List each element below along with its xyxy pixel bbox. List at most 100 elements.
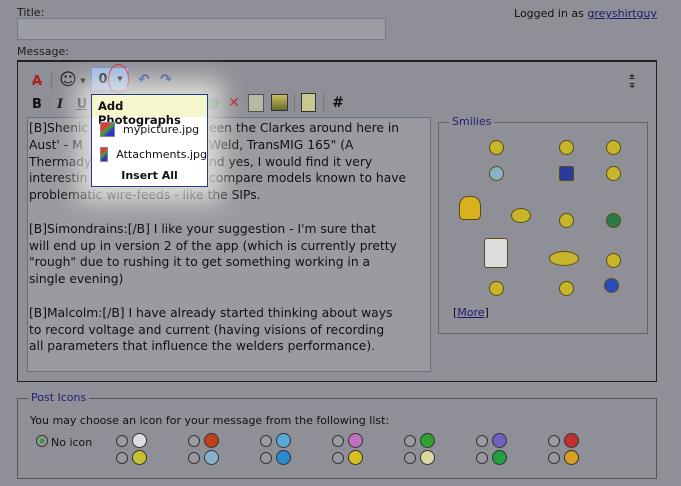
undo-icon[interactable]: ↶ [136,70,152,90]
post-icon [132,450,147,465]
post-icon-radio[interactable] [548,435,560,447]
smiley-eyepatch-icon[interactable] [489,140,504,155]
picture-file-icon [100,147,109,162]
post-icon [420,433,435,448]
menu-header: Add Photographs [92,95,207,127]
smiley-paint-icon[interactable] [559,166,574,181]
italic-button[interactable]: I [53,95,67,113]
smiley-fire-icon[interactable] [459,196,481,220]
post-icon [564,450,579,465]
message-text-line: will end up in version 2 of the app (whi… [29,238,397,253]
smiley-grin-icon[interactable] [489,281,504,296]
smiley-smile-icon[interactable] [559,140,574,155]
insert-all-button[interactable]: Insert All [92,167,207,182]
message-text-line: Weld, TransMIG 165" (A [209,137,354,152]
smiley-cold-icon[interactable] [489,166,504,181]
username-link[interactable]: greyshirtguy [587,7,657,20]
unlink-icon[interactable]: ✕ [226,94,242,112]
message-text-line: problematic wire-feeds - like the SIPs. [29,188,261,203]
post-icon [204,450,219,465]
post-icon [348,450,363,465]
post-icon-radio[interactable] [404,435,416,447]
picture-file-icon [100,122,115,137]
title-input[interactable] [17,18,386,40]
logged-in-text: Logged in as greyshirtguy [514,7,657,20]
post-icon-radio[interactable] [188,435,200,447]
email-icon[interactable] [248,94,264,112]
smiley-door-icon[interactable] [604,278,619,293]
post-icon [132,433,147,448]
message-text-line: to record voltage and current (having vi… [29,322,385,337]
redo-icon[interactable]: ↷ [158,70,174,90]
message-text-line: Thermady [29,154,92,169]
post-icon [276,450,291,465]
post-icons-instructions: You may choose an icon for your message … [30,414,390,427]
smiley-dropdown-icon[interactable]: ▼ [79,72,87,90]
smiley-grimace-icon[interactable] [559,213,574,228]
smiley-cap-icon[interactable] [606,166,621,181]
message-text-line: "rough" due to rushing it to get somethi… [29,255,371,270]
smiley-icon[interactable]: ☺ [58,70,78,90]
message-text-line: een the Clarkes around here in [209,121,400,135]
smiley-frown-icon[interactable] [606,140,621,155]
post-icon-radio[interactable] [404,452,416,464]
message-text-line: single evening) [29,272,124,287]
post-icon [492,433,507,448]
resize-toggle-icon[interactable]: ± ∓ [627,70,637,92]
message-text-line: [B]Simondrains:[/B] I like your suggesti… [29,221,376,236]
smiley-hug-icon[interactable] [549,251,579,266]
post-icon [492,450,507,465]
quote-icon[interactable] [301,93,316,112]
message-text-line: [B]Malcolm:[/B] I have already started t… [29,305,393,320]
post-icon [276,433,291,448]
smiley-wink-icon[interactable] [559,281,574,296]
image-icon[interactable] [271,94,288,111]
toolbar-divider [294,94,295,112]
post-icon-radio[interactable] [188,452,200,464]
menu-item-label: mypicture.jpg [123,123,200,136]
message-text-line: compare models known to have [209,171,407,186]
toolbar-divider [323,94,324,112]
menu-item-label: Attachments.jpg [116,148,207,161]
smiley-toilet-icon[interactable] [484,238,508,268]
smiley-camera-icon[interactable] [511,208,531,223]
post-icon [204,433,219,448]
smilies-legend: Smilies [449,115,495,128]
post-icon-radio[interactable] [116,435,128,447]
remove-format-icon[interactable]: A [28,72,46,90]
underline-button[interactable]: U [75,95,89,113]
smilies-panel: Smilies [More] [438,115,648,334]
no-icon-label: No icon [51,436,93,449]
post-icon-radio[interactable] [476,452,488,464]
highlight-circle [108,64,129,94]
post-icon-radio[interactable] [332,452,344,464]
post-icon [564,433,579,448]
add-photographs-menu: Add Photographs mypicture.jpg Attachment… [91,94,208,187]
bold-button[interactable]: B [30,95,44,113]
menu-item-attachments[interactable]: Attachments.jpg [92,142,207,167]
message-text-line: Aust' - M [29,137,83,152]
link-icon[interactable]: ◍ [206,94,220,112]
post-icon [420,450,435,465]
logged-in-prefix: Logged in as [514,7,588,20]
smiley-tongue-icon[interactable] [606,253,621,268]
post-icon-radio[interactable] [332,435,344,447]
smiley-sick-icon[interactable] [606,213,621,228]
message-text-line: nd yes, I would find it very [209,154,373,169]
post-icon-radio[interactable] [260,435,272,447]
post-icons-panel: Post Icons You may choose an icon for yo… [17,391,657,479]
message-text-line: interestin [29,171,88,186]
post-icon-radio[interactable] [260,452,272,464]
post-icon [348,433,363,448]
more-smilies-link[interactable]: More [457,306,484,319]
radio-no-icon[interactable] [36,435,48,447]
message-text-line: all parameters that influence the welder… [29,339,376,354]
post-icon-radio[interactable] [116,452,128,464]
smilies-more: [More] [453,306,489,319]
message-text-line: [B]Shenic [29,121,89,135]
code-button[interactable]: # [331,94,345,112]
message-label: Message: [17,45,69,58]
post-icon-radio[interactable] [548,452,560,464]
post-icon-radio[interactable] [476,435,488,447]
toolbar-divider [51,72,52,90]
